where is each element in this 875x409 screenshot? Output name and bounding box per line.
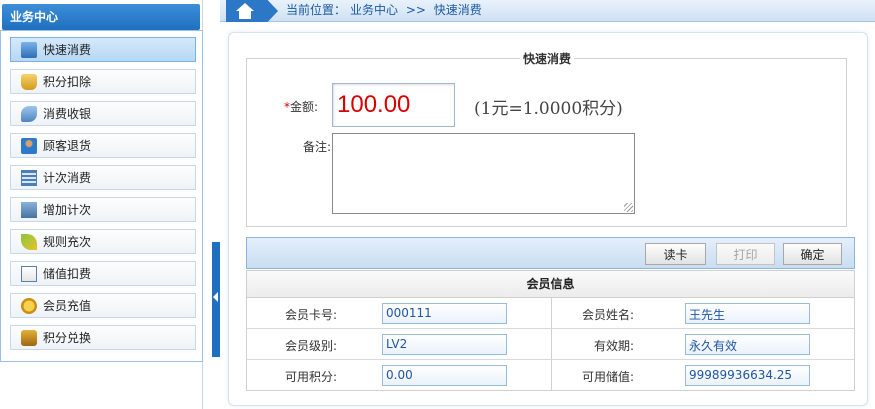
- member-recharge-icon: [21, 297, 37, 314]
- available-points-label: 可用积分:: [284, 370, 337, 384]
- sidebar-item-label: 积分兑换: [43, 331, 92, 345]
- member-name-field[interactable]: 王先生: [685, 303, 810, 324]
- available-points-field[interactable]: 0.00: [382, 365, 507, 386]
- points-deduct-icon: [21, 73, 37, 90]
- available-balance-field[interactable]: 99989936634.25: [685, 365, 810, 386]
- member-row: 会员卡号: 000111 会员姓名: 王先生: [247, 298, 854, 329]
- sidebar-menu: 快速消费 积分扣除 消费收银 顾客退货 计次消费 增加计次 规则充次 储值扣费: [0, 30, 203, 362]
- member-level-field[interactable]: LV2: [382, 334, 507, 355]
- sidebar-title: 业务中心: [2, 4, 200, 30]
- breadcrumb-separator: >>: [405, 3, 426, 17]
- member-name-label: 会员姓名:: [581, 308, 634, 322]
- member-info-panel: 会员信息 会员卡号: 000111 会员姓名: 王先生 会员级别: LV2 有效…: [246, 270, 855, 391]
- sidebar-item-label: 会员充值: [43, 299, 92, 313]
- card-no-label: 会员卡号:: [284, 308, 337, 322]
- breadcrumb: 当前位置： 业务中心 >> 快速消费: [286, 0, 486, 21]
- sidebar-item-add-count[interactable]: 增加计次: [10, 197, 196, 222]
- read-card-button[interactable]: 读卡: [645, 243, 706, 265]
- sidebar-item-label: 顾客退货: [43, 139, 92, 153]
- rule-recharge-icon: [21, 233, 37, 250]
- fieldset-legend: 快速消费: [520, 50, 575, 67]
- sidebar-item-count-consume[interactable]: 计次消费: [10, 165, 196, 190]
- sidebar-item-rule-recharge[interactable]: 规则充次: [10, 229, 196, 254]
- amount-label: *金额:: [284, 98, 318, 115]
- sidebar-item-label: 消费收银: [43, 107, 92, 121]
- valid-period-label: 有效期:: [593, 339, 634, 353]
- breadcrumb-section[interactable]: 业务中心: [350, 3, 398, 17]
- sidebar-item-stored-value[interactable]: 储值扣费: [10, 261, 196, 286]
- print-button[interactable]: 打印: [716, 243, 775, 265]
- card-no-field[interactable]: 000111: [382, 303, 507, 324]
- valid-period-field[interactable]: 永久有效: [685, 334, 810, 355]
- member-row: 可用积分: 0.00 可用储值: 99989936634.25: [247, 360, 854, 391]
- sidebar-item-points-deduct[interactable]: 积分扣除: [10, 69, 196, 94]
- add-count-icon: [21, 201, 37, 218]
- member-row: 会员级别: LV2 有效期: 永久有效: [247, 329, 854, 360]
- sidebar-item-label: 储值扣费: [43, 267, 92, 281]
- note-label: 备注:: [303, 140, 332, 154]
- note-textarea[interactable]: [332, 133, 635, 214]
- chevron-left-icon: [213, 292, 218, 302]
- sidebar: 业务中心 快速消费 积分扣除 消费收银 顾客退货 计次消费 增加计次 规则充次: [0, 0, 203, 409]
- amount-label-text: 金额:: [290, 100, 319, 114]
- breadcrumb-prefix: 当前位置：: [286, 3, 347, 17]
- member-level-label: 会员级别:: [284, 339, 337, 353]
- sidebar-item-label: 增加计次: [43, 203, 92, 217]
- breadcrumb-page: 快速消费: [433, 3, 482, 17]
- sidebar-item-customer-return[interactable]: 顾客退货: [10, 133, 196, 158]
- sidebar-collapse-toggle[interactable]: [212, 242, 220, 357]
- home-icon: [236, 3, 254, 19]
- available-balance-label: 可用储值:: [581, 370, 634, 384]
- resize-grip-icon[interactable]: [624, 203, 633, 212]
- sidebar-item-member-recharge[interactable]: 会员充值: [10, 293, 196, 318]
- top-bar: 当前位置： 业务中心 >> 快速消费: [220, 0, 875, 22]
- action-toolbar: 读卡 打印 确定: [246, 237, 855, 269]
- sidebar-item-points-exchange[interactable]: 积分兑换: [10, 325, 196, 350]
- home-button[interactable]: [226, 0, 278, 22]
- points-exchange-icon: [21, 329, 37, 346]
- sidebar-item-quick-consume[interactable]: 快速消费: [10, 37, 196, 62]
- cashier-icon: [21, 105, 37, 122]
- stored-value-icon: [21, 265, 37, 282]
- customer-return-icon: [21, 137, 37, 154]
- sidebar-item-cashier[interactable]: 消费收银: [10, 101, 196, 126]
- count-consume-icon: [21, 169, 37, 186]
- sidebar-item-label: 积分扣除: [43, 75, 92, 89]
- quick-consume-icon: [21, 41, 37, 58]
- sidebar-item-label: 规则充次: [43, 235, 92, 249]
- points-rate-text: (1元=1.0000积分): [474, 99, 623, 119]
- sidebar-item-label: 快速消费: [43, 43, 92, 57]
- confirm-button[interactable]: 确定: [783, 243, 842, 265]
- member-info-title: 会员信息: [247, 271, 854, 298]
- amount-input[interactable]: [332, 83, 455, 127]
- sidebar-item-label: 计次消费: [43, 171, 92, 185]
